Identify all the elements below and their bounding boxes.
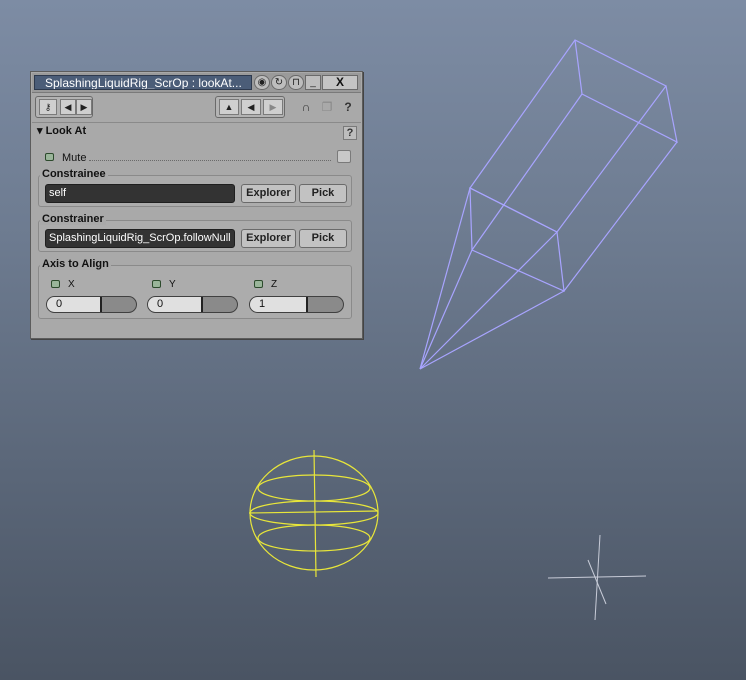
x-animatable-led-icon[interactable] — [51, 280, 60, 288]
close-button[interactable]: X — [322, 75, 358, 90]
y-animatable-led-icon[interactable] — [152, 280, 161, 288]
z-axis-slider[interactable]: 1 — [249, 296, 344, 313]
constrainer-label: Constrainer — [40, 213, 106, 225]
owl-icon[interactable]: ◉ — [254, 75, 270, 90]
mute-label: Mute — [62, 152, 87, 164]
x-axis-value: 0 — [56, 298, 63, 310]
section-header-look-at[interactable]: ▾ Look At — [37, 124, 86, 137]
constrainee-explorer-button[interactable]: Explorer — [241, 184, 296, 203]
panel-title: SplashingLiquidRig_ScrOp : lookAt... — [34, 75, 252, 90]
constrainee-field[interactable]: self — [45, 184, 235, 203]
z-animatable-led-icon[interactable] — [254, 280, 263, 288]
z-axis-label: Z — [271, 279, 278, 290]
prev-arrow-icon[interactable]: ◀ — [60, 99, 76, 115]
up-arrow-icon[interactable]: ▲ — [219, 99, 239, 115]
copy-icon[interactable]: ❐ — [318, 98, 336, 116]
constrainee-label: Constrainee — [40, 168, 108, 180]
property-panel: SplashingLiquidRig_ScrOp : lookAt... ◉ ↻… — [30, 71, 363, 339]
section-help-icon[interactable]: ? — [343, 126, 357, 140]
null-cross-icon[interactable] — [547, 534, 647, 621]
constrainer-field[interactable]: SplashingLiquidRig_ScrOp.followNull — [45, 229, 235, 248]
z-axis-value: 1 — [259, 298, 266, 310]
panel-toolbar: ⚷ ◀ ▶ ▲ ◀ ▶ ∩ ❐ ? — [31, 93, 362, 121]
key-nav-group: ⚷ ◀ ▶ — [35, 96, 93, 118]
next-arrow-icon[interactable]: ▶ — [76, 99, 92, 115]
x-axis-label: X — [68, 279, 75, 290]
lock-icon[interactable]: ⊓ — [288, 75, 304, 90]
axis-group: X 0 Y 0 Z 1 — [38, 265, 352, 319]
mute-animatable-led-icon[interactable] — [45, 153, 54, 161]
mute-leader-line — [89, 160, 331, 161]
toolbar-divider — [32, 122, 361, 123]
y-axis-label: Y — [169, 279, 176, 290]
axis-to-align-label: Axis to Align — [40, 258, 111, 270]
cone-null-wireframe[interactable] — [419, 39, 678, 370]
refresh-icon[interactable]: ↻ — [271, 75, 287, 90]
key-icon[interactable]: ⚷ — [39, 99, 57, 115]
panel-titlebar[interactable]: SplashingLiquidRig_ScrOp : lookAt... ◉ ↻… — [32, 73, 361, 93]
help-icon[interactable]: ? — [339, 98, 357, 116]
section-title: Look At — [45, 125, 87, 137]
back-arrow-icon[interactable]: ◀ — [241, 99, 261, 115]
forward-arrow-icon[interactable]: ▶ — [263, 99, 283, 115]
minimize-button[interactable]: _ — [305, 75, 321, 90]
constrainer-pick-button[interactable]: Pick — [299, 229, 347, 248]
sphere-wireframe[interactable] — [248, 449, 379, 578]
x-axis-slider[interactable]: 0 — [46, 296, 137, 313]
constrainer-explorer-button[interactable]: Explorer — [241, 229, 296, 248]
magnet-icon[interactable]: ∩ — [297, 98, 315, 116]
y-axis-slider[interactable]: 0 — [147, 296, 238, 313]
navigation-group: ▲ ◀ ▶ — [215, 96, 285, 118]
y-axis-value: 0 — [157, 298, 164, 310]
constrainee-pick-button[interactable]: Pick — [299, 184, 347, 203]
mute-checkbox[interactable] — [337, 150, 351, 163]
